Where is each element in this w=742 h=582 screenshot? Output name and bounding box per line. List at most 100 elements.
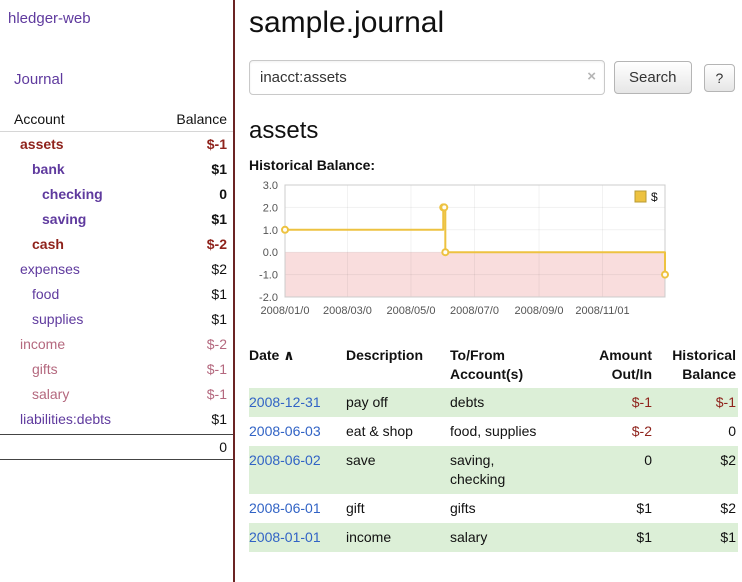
account-link-bank[interactable]: bank [0,161,65,178]
account-link-checking[interactable]: checking [0,186,103,203]
transaction-description: pay off [346,388,450,417]
transaction-accounts: saving, checking [450,446,582,494]
transaction-accounts: food, supplies [450,417,582,446]
transaction-accounts: debts [450,388,582,417]
transaction-description: eat & shop [346,417,450,446]
transaction-balance: $2 [654,494,738,523]
account-balance: 0 [219,186,227,203]
account-row: gifts $-1 [0,357,233,382]
x-tick-label: 2008/07/0 [450,305,499,317]
y-tick-label: 3.0 [263,180,278,192]
account-link-gifts[interactable]: gifts [0,361,58,378]
sort-asc-icon: ∧ [283,347,294,363]
account-row: saving $1 [0,207,233,232]
account-link-supplies[interactable]: supplies [0,311,83,328]
account-balance: $-1 [207,386,227,403]
account-link-cash[interactable]: cash [0,236,64,253]
sidebar: hledger-web Journal Account Balance asse… [0,0,233,582]
search-button[interactable]: Search [614,61,692,94]
search-box: × [249,60,605,95]
transaction-date-link[interactable]: 2008-06-02 [249,452,321,468]
account-balance: $-2 [207,336,227,353]
account-balance: $1 [211,411,227,428]
transaction-description: gift [346,494,450,523]
col-header-date[interactable]: Date ∧ [249,342,346,388]
chart-title: Historical Balance: [249,157,738,173]
clear-search-icon[interactable]: × [587,68,596,86]
accounts-total-row: 0 [0,434,233,460]
x-tick-label: 2008/05/0 [387,305,436,317]
y-tick-label: 2.0 [263,202,278,214]
account-balance: $-1 [207,361,227,378]
transaction-row[interactable]: 2008-12-31 pay off debts $-1 $-1 [249,388,738,417]
account-link-assets[interactable]: assets [0,136,64,153]
transaction-accounts: salary [450,523,582,552]
transaction-row[interactable]: 2008-01-01 income salary $1 $1 [249,523,738,552]
account-balance: $1 [211,161,227,178]
transactions-header-row: Date ∧ Description To/From Account(s) Am… [249,342,738,388]
transaction-date-cell: 2008-12-31 [249,388,346,417]
y-tick-label: -2.0 [259,292,278,304]
account-row: checking 0 [0,182,233,207]
account-row: supplies $1 [0,307,233,332]
transaction-date-cell: 2008-06-03 [249,417,346,446]
account-balance: $1 [211,311,227,328]
transaction-amount: $1 [582,494,654,523]
transaction-date-link[interactable]: 2008-06-01 [249,500,321,516]
transaction-amount: $-1 [582,388,654,417]
transaction-date-link[interactable]: 2008-06-03 [249,423,321,439]
accounts-total-value: 0 [219,439,227,455]
help-button[interactable]: ? [704,64,736,92]
x-tick-label: 2008/11/01 [575,305,629,317]
data-point [441,204,447,210]
balance-chart: 3.02.01.00.0-1.0-2.02008/01/02008/03/020… [249,177,738,332]
sidebar-item-journal[interactable]: Journal [0,71,233,88]
col-header-description: Description [346,342,450,388]
data-point [282,227,288,233]
account-row: liabilities:debts $1 [0,407,233,432]
account-balance: $1 [211,286,227,303]
page-title: sample.journal [249,6,738,40]
x-tick-label: 2008/01/0 [261,305,310,317]
account-row: bank $1 [0,157,233,182]
y-tick-label: 1.0 [263,225,278,237]
transaction-date-link[interactable]: 2008-12-31 [249,394,321,410]
accounts-table: Account Balance assets $-1 bank $1 check… [0,108,233,460]
account-row: assets $-1 [0,132,233,157]
account-balance: $-1 [207,136,227,153]
account-link-food[interactable]: food [0,286,59,303]
col-header-date-label: Date [249,347,279,363]
transaction-row[interactable]: 2008-06-02 save saving, checking 0 $2 [249,446,738,494]
account-link-liabilities-debts[interactable]: liabilities:debts [0,411,111,428]
data-point [442,249,448,255]
account-row: cash $-2 [0,232,233,257]
col-header-accounts: To/From Account(s) [450,342,582,388]
transaction-date-cell: 2008-06-01 [249,494,346,523]
account-row: income $-2 [0,332,233,357]
transaction-date-link[interactable]: 2008-01-01 [249,529,321,545]
account-link-expenses[interactable]: expenses [0,261,80,278]
legend-swatch [635,191,646,202]
account-balance: $-2 [207,236,227,253]
account-link-saving[interactable]: saving [0,211,86,228]
y-tick-label: 0.0 [263,247,278,259]
transaction-accounts: gifts [450,494,582,523]
account-link-income[interactable]: income [0,336,65,353]
transaction-balance: $2 [654,446,738,494]
transaction-row[interactable]: 2008-06-01 gift gifts $1 $2 [249,494,738,523]
accounts-table-header: Account Balance [0,108,233,132]
brand-link[interactable]: hledger-web [0,8,99,27]
account-row: food $1 [0,282,233,307]
account-balance: $2 [211,261,227,278]
search-input[interactable] [249,60,605,95]
account-link-salary[interactable]: salary [0,386,69,403]
x-tick-label: 2008/09/0 [515,305,564,317]
accounts-header-balance: Balance [176,111,227,127]
col-header-amount: Amount Out/In [582,342,654,388]
main-content: sample.journal × Search ? assets Histori… [235,0,742,582]
transaction-row[interactable]: 2008-06-03 eat & shop food, supplies $-2… [249,417,738,446]
transaction-amount: 0 [582,446,654,494]
transaction-balance: $1 [654,523,738,552]
transaction-amount: $-2 [582,417,654,446]
legend-label: $ [651,190,658,204]
